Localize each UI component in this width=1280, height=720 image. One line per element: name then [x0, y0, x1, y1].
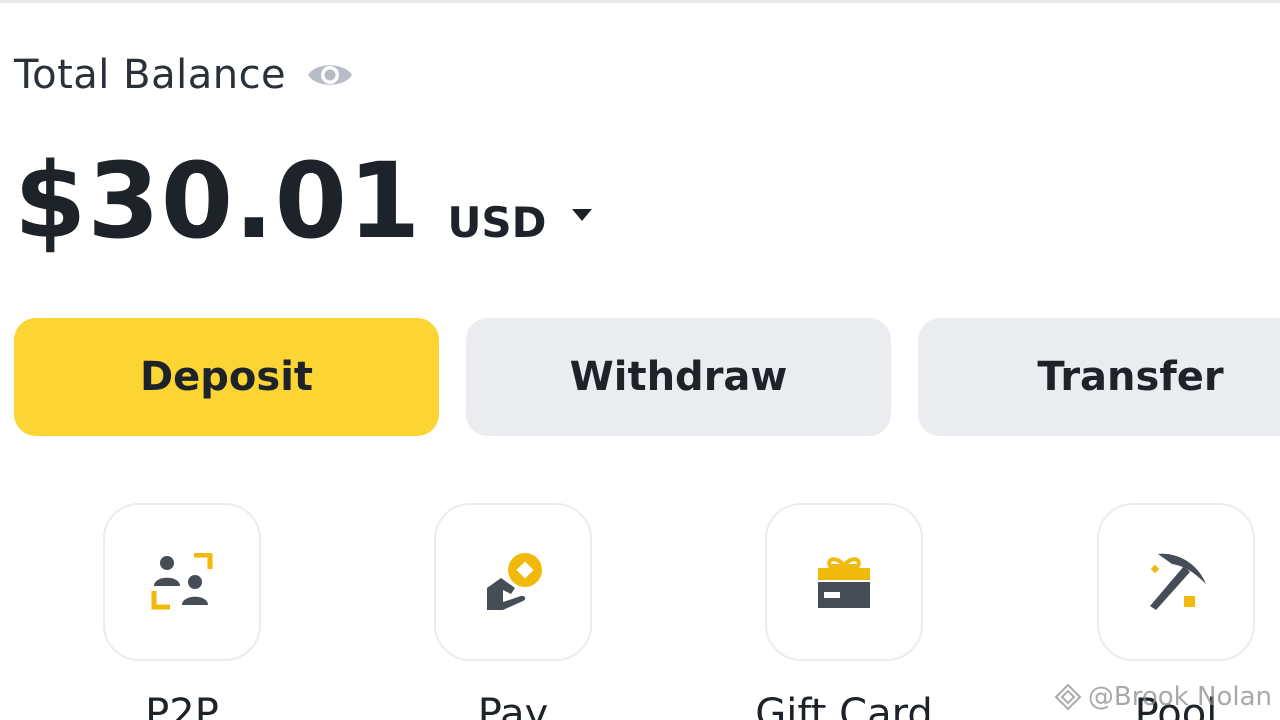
transfer-button[interactable]: Transfer [918, 318, 1280, 436]
gift-card-icon [818, 557, 870, 608]
pay-icon [487, 553, 542, 610]
balance-header: Total Balance [14, 52, 354, 98]
shortcut-label: Gift Card [755, 691, 933, 720]
action-buttons: Deposit Withdraw Transfer [14, 318, 1280, 436]
watermark: @Brook Nolan [1054, 682, 1272, 712]
currency-selector[interactable]: USD [447, 198, 592, 247]
shortcut-p2p[interactable]: P2P [57, 503, 307, 720]
currency-code: USD [447, 198, 547, 247]
balance-amount-row: $30.01 USD [14, 140, 593, 262]
shortcut-pay[interactable]: Pay [388, 503, 638, 720]
pool-icon [1150, 553, 1206, 610]
shortcut-gift-card[interactable]: Gift Card [719, 503, 969, 720]
shortcut-tile [765, 503, 923, 661]
withdraw-button[interactable]: Withdraw [466, 318, 891, 436]
top-divider [0, 0, 1280, 3]
shortcut-tile [1097, 503, 1255, 661]
deposit-button[interactable]: Deposit [14, 318, 439, 436]
shortcut-tile [103, 503, 261, 661]
shortcut-tile [434, 503, 592, 661]
shortcut-label: P2P [145, 691, 219, 720]
p2p-icon [151, 553, 213, 610]
diamond-logo-icon [1054, 683, 1082, 711]
balance-amount: $30.01 [14, 140, 422, 262]
eye-icon[interactable] [306, 58, 354, 92]
caret-down-icon [571, 208, 592, 221]
wallet-overview-screen: Total Balance $30.01 USD Deposit Withdra… [0, 0, 1280, 720]
shortcut-label: Pay [477, 691, 549, 720]
total-balance-label: Total Balance [14, 52, 287, 98]
watermark-text: @Brook Nolan [1087, 682, 1272, 712]
